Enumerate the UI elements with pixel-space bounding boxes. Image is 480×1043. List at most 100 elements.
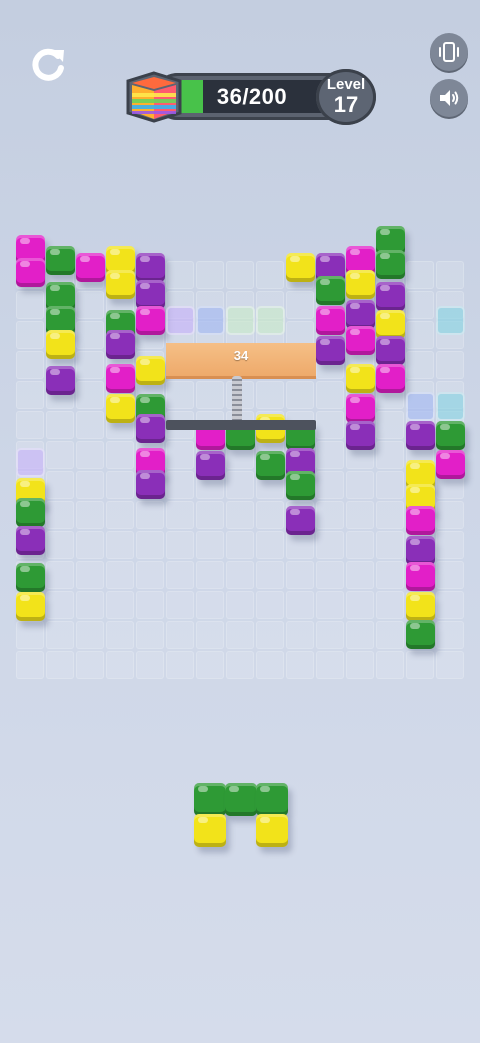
board-cell[interactable] <box>46 561 74 589</box>
board-cell[interactable] <box>46 471 74 499</box>
piece-green-block[interactable] <box>194 783 226 816</box>
board-cell[interactable] <box>256 261 284 289</box>
board-cell[interactable] <box>76 291 104 319</box>
sound-toggle-button[interactable] <box>430 79 468 117</box>
board-cell[interactable] <box>286 291 314 319</box>
board-cell[interactable] <box>376 621 404 649</box>
board-cell[interactable] <box>196 531 224 559</box>
board-cell[interactable] <box>166 441 194 469</box>
board-cell[interactable] <box>136 621 164 649</box>
board-cell[interactable] <box>166 651 194 679</box>
board-cell[interactable] <box>376 441 404 469</box>
board-cell[interactable] <box>226 561 254 589</box>
board-cell[interactable] <box>106 591 134 619</box>
board-cell[interactable] <box>76 471 104 499</box>
board-cell[interactable] <box>46 651 74 679</box>
board-cell[interactable] <box>286 561 314 589</box>
board-cell[interactable] <box>406 351 434 379</box>
board-cell[interactable] <box>106 621 134 649</box>
board-cell[interactable] <box>436 561 464 589</box>
board-cell[interactable] <box>76 501 104 529</box>
board-cell[interactable] <box>286 621 314 649</box>
board-cell[interactable] <box>76 381 104 409</box>
board-cell[interactable] <box>136 561 164 589</box>
board-cell[interactable] <box>166 471 194 499</box>
board-cell[interactable] <box>76 531 104 559</box>
board-cell[interactable] <box>106 561 134 589</box>
board-cell[interactable] <box>346 561 374 589</box>
board-cell[interactable] <box>376 501 404 529</box>
board-cell[interactable] <box>16 411 44 439</box>
board-cell[interactable] <box>436 651 464 679</box>
board-cell[interactable] <box>196 501 224 529</box>
board-cell[interactable] <box>196 621 224 649</box>
board-cell[interactable] <box>16 321 44 349</box>
board-cell[interactable] <box>376 651 404 679</box>
board-cell[interactable] <box>316 531 344 559</box>
board-cell[interactable] <box>46 621 74 649</box>
board-cell[interactable] <box>256 561 284 589</box>
board-cell[interactable] <box>76 591 104 619</box>
board-cell[interactable] <box>436 591 464 619</box>
board-cell[interactable] <box>346 651 374 679</box>
board-cell[interactable] <box>196 561 224 589</box>
board-cell[interactable] <box>436 501 464 529</box>
board-cell[interactable] <box>136 501 164 529</box>
board-cell[interactable] <box>436 261 464 289</box>
board-cell[interactable] <box>406 291 434 319</box>
board-cell[interactable] <box>316 501 344 529</box>
board-cell[interactable] <box>256 591 284 619</box>
board-cell[interactable] <box>256 651 284 679</box>
board-cell[interactable] <box>226 471 254 499</box>
board-cell[interactable] <box>406 261 434 289</box>
board-cell[interactable] <box>76 321 104 349</box>
board-cell[interactable] <box>226 621 254 649</box>
board-cell[interactable] <box>346 471 374 499</box>
board-cell[interactable] <box>316 411 344 439</box>
board-cell[interactable] <box>76 441 104 469</box>
board-cell[interactable] <box>196 261 224 289</box>
board-cell[interactable] <box>436 531 464 559</box>
board-cell[interactable] <box>316 561 344 589</box>
board-cell[interactable] <box>346 531 374 559</box>
board-cell[interactable] <box>316 621 344 649</box>
board-cell[interactable] <box>106 651 134 679</box>
board-cell[interactable] <box>376 471 404 499</box>
board-cell[interactable] <box>406 651 434 679</box>
board-cell[interactable] <box>106 441 134 469</box>
board-cell[interactable] <box>16 291 44 319</box>
vibration-toggle-button[interactable] <box>430 33 468 71</box>
board-cell[interactable] <box>46 591 74 619</box>
board-cell[interactable] <box>16 651 44 679</box>
board-cell[interactable] <box>166 561 194 589</box>
board-cell[interactable] <box>106 501 134 529</box>
board-cell[interactable] <box>436 621 464 649</box>
board-cell[interactable] <box>196 381 224 409</box>
board-cell[interactable] <box>256 501 284 529</box>
board-cell[interactable] <box>166 261 194 289</box>
board-cell[interactable] <box>196 591 224 619</box>
piece-yellow-block[interactable] <box>256 814 288 847</box>
board-cell[interactable] <box>226 531 254 559</box>
board-cell[interactable] <box>46 411 74 439</box>
board-cell[interactable] <box>226 501 254 529</box>
board-cell[interactable] <box>376 411 404 439</box>
board-cell[interactable] <box>76 411 104 439</box>
board-cell[interactable] <box>346 591 374 619</box>
board-cell[interactable] <box>76 651 104 679</box>
piece-green-block[interactable] <box>225 783 257 816</box>
piece-green-block[interactable] <box>256 783 288 816</box>
board-cell[interactable] <box>46 531 74 559</box>
board-cell[interactable] <box>316 651 344 679</box>
board-cell[interactable] <box>316 471 344 499</box>
board-cell[interactable] <box>376 531 404 559</box>
board-cell[interactable] <box>286 651 314 679</box>
game-board[interactable] <box>16 226 465 683</box>
board-cell[interactable] <box>406 321 434 349</box>
board-cell[interactable] <box>136 651 164 679</box>
board-cell[interactable] <box>166 501 194 529</box>
board-cell[interactable] <box>16 381 44 409</box>
next-piece-tray[interactable] <box>194 783 294 853</box>
piece-yellow-block[interactable] <box>194 814 226 847</box>
board-cell[interactable] <box>316 441 344 469</box>
